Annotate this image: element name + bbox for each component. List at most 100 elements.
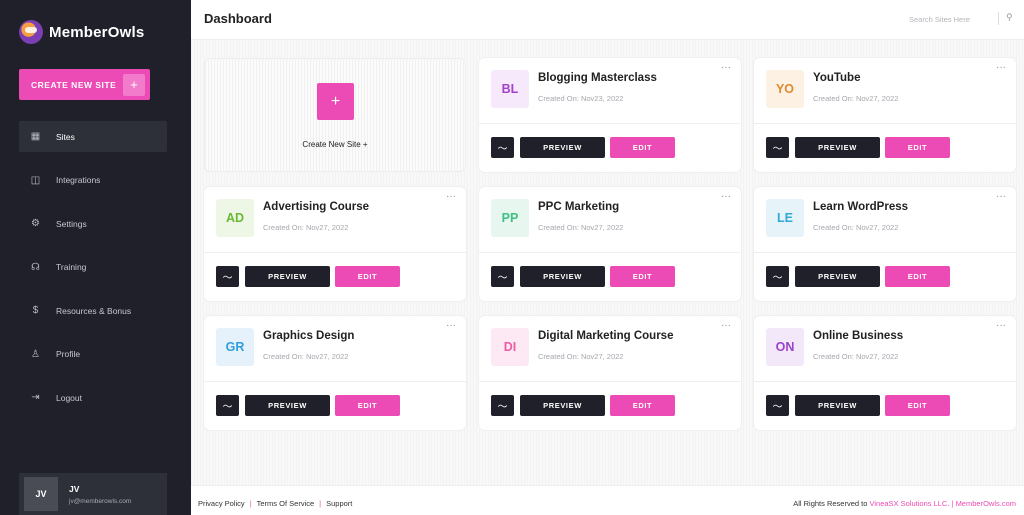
sites-grid: + Create New Site + BL Blogging Mastercl…	[191, 40, 1024, 485]
create-new-site-button[interactable]: CREATE NEW SITE +	[19, 69, 150, 100]
site-card: YO YouTube Created On: Nov27, 2022 ··· 〜…	[754, 58, 1016, 172]
more-options-icon[interactable]: ···	[721, 62, 731, 73]
support-link[interactable]: Support	[326, 499, 352, 508]
site-card: ON Online Business Created On: Nov27, 20…	[754, 316, 1016, 430]
site-name[interactable]: Advertising Course	[263, 201, 369, 213]
create-new-site-text: Create New Site +	[302, 140, 368, 149]
sidebar-nav: ▦ Sites ◫ Integrations ⚙ Settings ☊ Trai…	[19, 121, 167, 426]
company-link[interactable]: VineaSX Solutions LLC.	[870, 499, 950, 508]
analytics-icon[interactable]: 〜	[216, 395, 239, 416]
owl-logo-icon	[19, 20, 43, 44]
user-profile[interactable]: JV JV jv@memberowls.com	[19, 473, 167, 515]
site-created-date: Created On: Nov23, 2022	[538, 94, 624, 103]
site-card: PP PPC Marketing Created On: Nov27, 2022…	[479, 187, 741, 301]
more-options-icon[interactable]: ···	[996, 62, 1006, 73]
calendar-icon: ▦	[30, 131, 41, 142]
edit-button[interactable]: EDIT	[610, 137, 675, 158]
preview-button[interactable]: PREVIEW	[245, 395, 330, 416]
site-link[interactable]: MemberOwls.com	[956, 499, 1016, 508]
logo[interactable]: MemberOwls	[19, 20, 144, 44]
sidebar-item-label: Settings	[56, 218, 87, 229]
create-new-site-card[interactable]: + Create New Site +	[204, 58, 466, 172]
edit-button[interactable]: EDIT	[610, 266, 675, 287]
sidebar-item-label: Profile	[56, 349, 81, 359]
site-name[interactable]: Digital Marketing Course	[538, 330, 673, 342]
more-options-icon[interactable]: ···	[721, 191, 731, 202]
site-card: BL Blogging Masterclass Created On: Nov2…	[479, 58, 741, 172]
analytics-icon[interactable]: 〜	[491, 266, 514, 287]
analytics-icon[interactable]: 〜	[766, 137, 789, 158]
analytics-icon[interactable]: 〜	[491, 395, 514, 416]
site-initials-badge: ON	[766, 328, 804, 366]
edit-button[interactable]: EDIT	[335, 266, 400, 287]
sidebar-item-sites[interactable]: ▦ Sites	[19, 121, 167, 152]
rights-text: All Rights Reserved to	[793, 499, 868, 508]
sidebar-item-settings[interactable]: ⚙ Settings	[19, 208, 167, 239]
site-created-date: Created On: Nov27, 2022	[813, 352, 899, 361]
avatar: JV	[24, 477, 58, 511]
user-icon: ♙	[31, 348, 40, 360]
plus-icon: +	[123, 73, 145, 96]
sidebar: MemberOwls CREATE NEW SITE + ▦ Sites ◫ I…	[0, 0, 191, 515]
dollar-icon: $	[32, 305, 39, 316]
plus-icon[interactable]: +	[317, 83, 354, 120]
user-email: jv@memberowls.com	[69, 497, 132, 505]
site-created-date: Created On: Nov27, 2022	[263, 352, 349, 361]
preview-button[interactable]: PREVIEW	[795, 395, 880, 416]
site-initials-badge: LE	[766, 199, 804, 237]
preview-button[interactable]: PREVIEW	[520, 137, 605, 158]
plug-icon: ◫	[30, 174, 41, 186]
separator: |	[951, 499, 954, 508]
sidebar-item-training[interactable]: ☊ Training	[19, 252, 167, 283]
preview-button[interactable]: PREVIEW	[795, 137, 880, 158]
search-input[interactable]	[909, 12, 1008, 26]
site-created-date: Created On: Nov27, 2022	[813, 94, 899, 103]
site-initials-badge: YO	[766, 70, 804, 108]
site-initials-badge: AD	[216, 199, 254, 237]
copyright: All Rights Reserved to VineaSX Solutions…	[793, 499, 1016, 508]
separator: |	[319, 499, 322, 508]
analytics-icon[interactable]: 〜	[491, 137, 514, 158]
edit-button[interactable]: EDIT	[885, 266, 950, 287]
more-options-icon[interactable]: ···	[721, 320, 731, 331]
terms-link[interactable]: Terms Of Service	[257, 499, 315, 508]
more-options-icon[interactable]: ···	[446, 320, 456, 331]
edit-button[interactable]: EDIT	[610, 395, 675, 416]
preview-button[interactable]: PREVIEW	[520, 395, 605, 416]
site-name[interactable]: PPC Marketing	[538, 201, 619, 213]
site-initials-badge: PP	[491, 199, 529, 237]
user-name: JV	[69, 483, 80, 494]
analytics-icon[interactable]: 〜	[766, 266, 789, 287]
privacy-policy-link[interactable]: Privacy Policy	[198, 499, 245, 508]
site-name[interactable]: Blogging Masterclass	[538, 72, 657, 84]
brand-name: MemberOwls	[49, 23, 145, 41]
search-icon[interactable]: ⚲	[1006, 12, 1013, 23]
site-card: GR Graphics Design Created On: Nov27, 20…	[204, 316, 466, 430]
edit-button[interactable]: EDIT	[885, 395, 950, 416]
edit-button[interactable]: EDIT	[335, 395, 400, 416]
more-options-icon[interactable]: ···	[996, 320, 1006, 331]
site-name[interactable]: Learn WordPress	[813, 201, 908, 213]
sidebar-item-integrations[interactable]: ◫ Integrations	[19, 165, 167, 196]
site-name[interactable]: Online Business	[813, 330, 903, 342]
sidebar-item-logout[interactable]: ⇥ Logout	[19, 382, 167, 413]
analytics-icon[interactable]: 〜	[216, 266, 239, 287]
site-name[interactable]: YouTube	[813, 72, 860, 84]
site-initials-badge: BL	[491, 70, 529, 108]
edit-button[interactable]: EDIT	[885, 137, 950, 158]
more-options-icon[interactable]: ···	[996, 191, 1006, 202]
footer: Privacy Policy | Terms Of Service | Supp…	[191, 485, 1024, 515]
separator: |	[249, 499, 252, 508]
site-card: DI Digital Marketing Course Created On: …	[479, 316, 741, 430]
preview-button[interactable]: PREVIEW	[520, 266, 605, 287]
logout-icon: ⇥	[31, 392, 40, 403]
site-name[interactable]: Graphics Design	[263, 330, 354, 342]
sidebar-item-resources[interactable]: $ Resources & Bonus	[19, 295, 167, 326]
preview-button[interactable]: PREVIEW	[795, 266, 880, 287]
sidebar-item-profile[interactable]: ♙ Profile	[19, 339, 167, 370]
site-initials-badge: DI	[491, 328, 529, 366]
more-options-icon[interactable]: ···	[446, 191, 456, 202]
analytics-icon[interactable]: 〜	[766, 395, 789, 416]
site-created-date: Created On: Nov27, 2022	[263, 223, 349, 232]
preview-button[interactable]: PREVIEW	[245, 266, 330, 287]
